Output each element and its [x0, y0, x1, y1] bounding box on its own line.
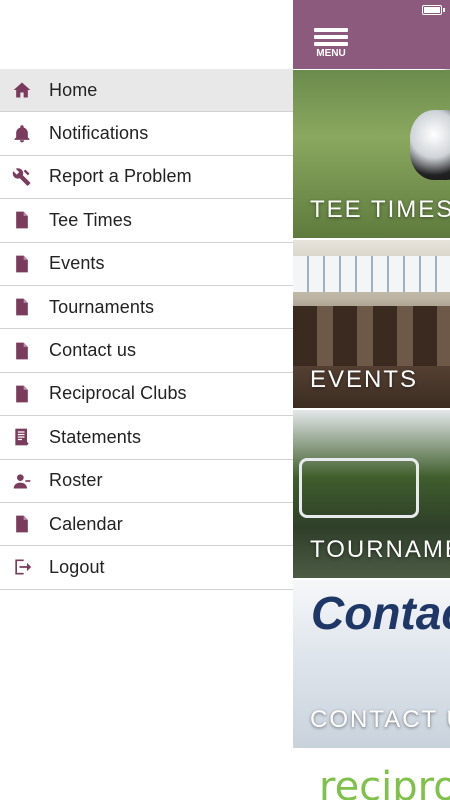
- drawer-item-label: Tee Times: [49, 209, 132, 230]
- drawer-item-label: Report a Problem: [49, 166, 192, 187]
- drawer-item-label: Calendar: [49, 513, 123, 534]
- statement-icon: [11, 426, 33, 448]
- top-app-bar: MENU: [293, 0, 450, 69]
- reciprocal-image-text: recipro: [319, 764, 450, 800]
- document-icon: [11, 253, 33, 275]
- drawer-item-report-a-problem[interactable]: Report a Problem: [0, 156, 293, 200]
- drawer-item-notifications[interactable]: Notifications: [0, 112, 293, 156]
- navigation-drawer: Home Notifications Report a Problem Tee …: [0, 0, 293, 800]
- tile-tee-times[interactable]: TEE TIMES: [293, 70, 450, 240]
- roster-icon: [11, 470, 33, 492]
- tile-tournaments[interactable]: TOURNAMENTS: [293, 410, 450, 580]
- drawer-item-tournaments[interactable]: Tournaments: [0, 286, 293, 330]
- document-icon: [11, 340, 33, 362]
- tile-title: TOURNAMENTS: [310, 536, 450, 563]
- tile-contact-us[interactable]: Contac CONTACT US: [293, 580, 450, 750]
- tools-icon: [11, 166, 33, 188]
- tile-title: TEE TIMES: [310, 196, 450, 223]
- logout-icon: [11, 556, 33, 578]
- tile-title: CONTACT US: [310, 706, 450, 733]
- drawer-item-label: Roster: [49, 470, 103, 491]
- home-icon: [11, 79, 33, 101]
- document-icon: [11, 209, 33, 231]
- main-content: MENU TEE TIMES EVENTS TOURNAMENTS Contac…: [293, 0, 450, 800]
- contact-image-text: Contac: [311, 587, 450, 639]
- drawer-item-calendar[interactable]: Calendar: [0, 503, 293, 547]
- golf-ball-image: [410, 110, 450, 180]
- drawer-item-contact-us[interactable]: Contact us: [0, 329, 293, 373]
- drawer-item-label: Tournaments: [49, 296, 155, 317]
- tile-title: EVENTS: [310, 366, 419, 393]
- drawer-menu-list: Home Notifications Report a Problem Tee …: [0, 69, 293, 590]
- drawer-item-home[interactable]: Home: [0, 69, 293, 113]
- document-icon: [11, 513, 33, 535]
- document-icon: [11, 296, 33, 318]
- bell-icon: [11, 123, 33, 145]
- drawer-item-label: Events: [49, 253, 105, 274]
- drawer-item-label: Home: [49, 79, 98, 100]
- drawer-item-logout[interactable]: Logout: [0, 546, 293, 590]
- menu-button[interactable]: MENU: [313, 28, 349, 62]
- battery-icon: [422, 5, 445, 15]
- drawer-item-reciprocal-clubs[interactable]: Reciprocal Clubs: [0, 373, 293, 417]
- drawer-item-statements[interactable]: Statements: [0, 416, 293, 460]
- menu-button-label: MENU: [316, 48, 346, 59]
- banquet-tables-image: [293, 306, 450, 366]
- drawer-item-label: Contact us: [49, 340, 137, 361]
- drawer-item-events[interactable]: Events: [0, 243, 293, 286]
- tile-reciprocal-clubs[interactable]: recipro: [293, 750, 450, 800]
- drawer-item-roster[interactable]: Roster: [0, 460, 293, 503]
- drawer-item-label: Statements: [49, 426, 142, 447]
- document-icon: [11, 383, 33, 405]
- drawer-item-tee-times[interactable]: Tee Times: [0, 199, 293, 243]
- banquet-windows-image: [293, 256, 450, 292]
- drawer-item-label: Logout: [49, 556, 105, 577]
- drawer-item-label: Notifications: [49, 123, 149, 144]
- golf-cart-image: [299, 458, 419, 518]
- drawer-item-label: Reciprocal Clubs: [49, 383, 187, 404]
- tile-events[interactable]: EVENTS: [293, 240, 450, 410]
